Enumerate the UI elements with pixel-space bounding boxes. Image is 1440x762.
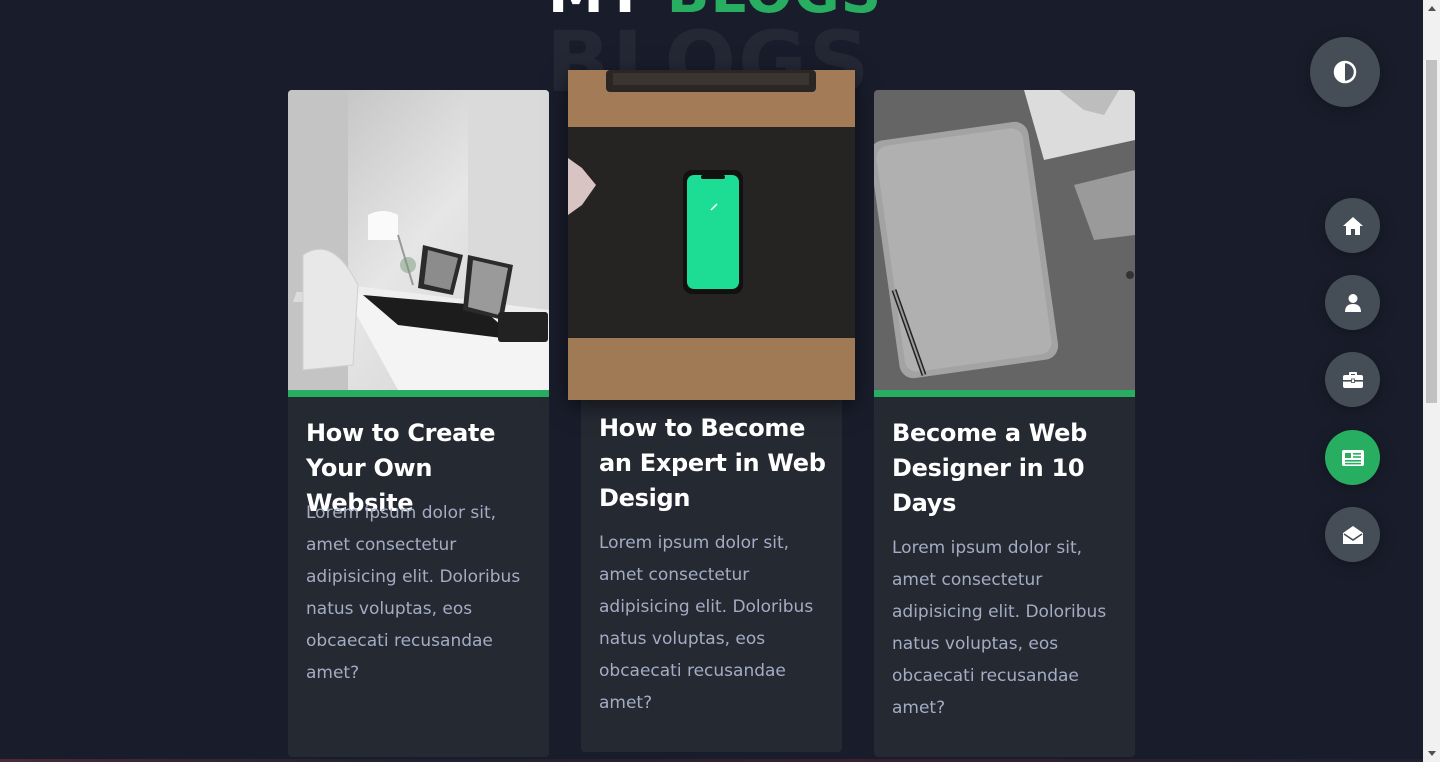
scroll-thumb[interactable] — [1426, 60, 1437, 403]
card-accent-bar — [288, 390, 549, 397]
blog-excerpt: Lorem ipsum dolor sit, amet consectetur … — [306, 503, 521, 683]
nav-about-button[interactable] — [1325, 275, 1380, 330]
scroll-down-arrow-icon[interactable] — [1423, 745, 1440, 762]
nav-portfolio-button[interactable] — [1325, 352, 1380, 407]
nav-contact-button[interactable] — [1325, 507, 1380, 562]
page-scrollbar[interactable] — [1423, 0, 1440, 762]
page-title: MY BLOGS — [548, 0, 882, 22]
blog-title[interactable]: Become a Web Designer in 10 Days — [892, 416, 1130, 521]
home-icon — [1342, 216, 1363, 235]
blogs-page: BLOGS MY BLOGS — [0, 0, 1423, 762]
blog-image-phone[interactable] — [568, 70, 855, 400]
title-word-blogs: BLOGS — [667, 0, 882, 26]
blog-excerpt: Lorem ipsum dolor sit, amet consectetur … — [599, 533, 814, 713]
theme-toggle-button[interactable] — [1310, 37, 1380, 107]
blog-card[interactable]: Become a Web Designer in 10 Days Lorem i… — [874, 90, 1135, 757]
contrast-icon — [1333, 60, 1357, 84]
blog-image-desk[interactable] — [288, 90, 549, 390]
user-icon — [1344, 293, 1361, 312]
envelope-open-icon — [1342, 525, 1363, 544]
blog-title[interactable]: How to Become an Expert in Web Design — [599, 411, 837, 516]
briefcase-icon — [1342, 371, 1363, 388]
nav-blogs-button[interactable] — [1325, 430, 1380, 485]
scroll-up-arrow-icon[interactable] — [1423, 0, 1440, 17]
blog-card[interactable]: How to Become an Expert in Web Design Lo… — [568, 70, 855, 752]
blog-image-notebook[interactable] — [874, 90, 1135, 390]
newspaper-icon — [1341, 449, 1364, 466]
title-word-my: MY — [548, 0, 646, 26]
blog-card[interactable]: How to Create Your Own Website Lorem ips… — [288, 90, 549, 757]
blog-excerpt: Lorem ipsum dolor sit, amet consectetur … — [892, 538, 1107, 718]
nav-home-button[interactable] — [1325, 198, 1380, 253]
card-accent-bar — [874, 390, 1135, 397]
